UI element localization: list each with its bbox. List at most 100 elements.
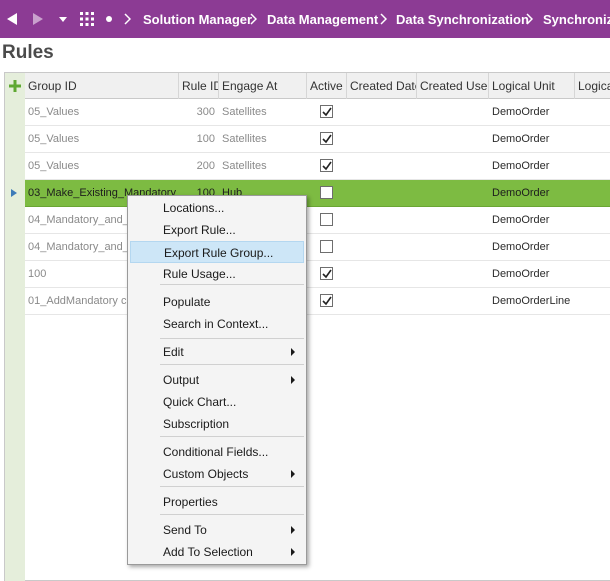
active-checkbox[interactable] bbox=[320, 105, 333, 118]
breadcrumb-solution-manager[interactable]: Solution Manager bbox=[143, 0, 252, 38]
menu-separator bbox=[160, 486, 304, 487]
table-row[interactable]: 04_Mandatory_and_ DemoOrder bbox=[25, 234, 610, 261]
table-row[interactable]: 100 DemoOrder bbox=[25, 261, 610, 288]
active-checkbox[interactable] bbox=[320, 132, 333, 145]
cell-engage-at: Satellites bbox=[222, 106, 267, 118]
checkmark-icon bbox=[322, 134, 332, 144]
menu-item-label: Export Rule... bbox=[163, 223, 236, 237]
add-plus-icon[interactable] bbox=[8, 79, 22, 93]
menu-item-label: Add To Selection bbox=[163, 545, 253, 559]
column-header-rule-id[interactable]: Rule ID bbox=[179, 73, 219, 99]
column-header-logical-unit[interactable]: Logical Unit bbox=[489, 73, 575, 99]
menu-item-custom-objects[interactable]: Custom Objects bbox=[130, 463, 304, 485]
back-arrow-icon[interactable] bbox=[2, 0, 22, 38]
menu-item-quick-chart[interactable]: Quick Chart... bbox=[130, 391, 304, 413]
menu-item-populate[interactable]: Populate bbox=[130, 291, 304, 313]
active-checkbox[interactable] bbox=[320, 294, 333, 307]
menu-item-edit[interactable]: Edit bbox=[130, 341, 304, 363]
cell-logical-unit: DemoOrder bbox=[492, 106, 550, 118]
cell-logical-unit: DemoOrder bbox=[492, 133, 550, 145]
menu-item-rule-usage[interactable]: Rule Usage... bbox=[130, 263, 304, 285]
column-header-group-id[interactable]: Group ID bbox=[25, 73, 179, 99]
active-checkbox[interactable] bbox=[320, 186, 333, 199]
checkmark-icon bbox=[322, 107, 332, 117]
menu-item-output[interactable]: Output bbox=[130, 369, 304, 391]
menu-item-label: Edit bbox=[163, 345, 184, 359]
menu-item-label: Locations... bbox=[163, 201, 225, 215]
active-checkbox[interactable] bbox=[320, 267, 333, 280]
chevron-right-icon bbox=[380, 0, 387, 38]
menu-item-label: Conditional Fields... bbox=[163, 445, 269, 459]
breadcrumb-data-management[interactable]: Data Management bbox=[267, 0, 378, 38]
menu-item-label: Properties bbox=[163, 495, 218, 509]
top-navigation-bar: Solution Manager Data Management Data Sy… bbox=[0, 0, 610, 38]
page-title: Rules bbox=[2, 42, 54, 63]
menu-separator bbox=[160, 284, 304, 285]
submenu-arrow-icon bbox=[291, 348, 295, 356]
row-marker-icon bbox=[11, 189, 17, 197]
cell-logical-unit: DemoOrder bbox=[492, 241, 550, 253]
cell-logical-unit: DemoOrder bbox=[492, 160, 550, 172]
menu-item-label: Rule Usage... bbox=[163, 267, 236, 281]
column-header-logical[interactable]: Logica bbox=[575, 73, 610, 99]
menu-item-send-to[interactable]: Send To bbox=[130, 519, 304, 541]
chevron-right-icon bbox=[250, 0, 257, 38]
checkmark-icon bbox=[322, 161, 332, 171]
table-row[interactable]: 01_AddMandatory co DemoOrderLine bbox=[25, 288, 610, 315]
active-checkbox[interactable] bbox=[320, 159, 333, 172]
dot-icon[interactable] bbox=[104, 0, 114, 38]
menu-item-label: Quick Chart... bbox=[163, 395, 237, 409]
dropdown-caret-icon[interactable] bbox=[56, 0, 70, 38]
menu-item-label: Populate bbox=[163, 295, 211, 309]
row-gutter bbox=[5, 73, 25, 581]
column-header-created-user[interactable]: Created User bbox=[417, 73, 489, 99]
menu-item-conditional-fields[interactable]: Conditional Fields... bbox=[130, 441, 304, 463]
column-header-active[interactable]: Active bbox=[307, 73, 347, 99]
table-row[interactable]: 04_Mandatory_and_ DemoOrder bbox=[25, 207, 610, 234]
cell-group-id: 05_Values bbox=[28, 133, 80, 145]
menu-separator bbox=[160, 514, 304, 515]
menu-separator bbox=[160, 436, 304, 437]
menu-item-label: Output bbox=[163, 373, 200, 387]
grid-header: Group ID Rule ID Engage At Active Create… bbox=[25, 73, 610, 99]
forward-arrow-icon[interactable] bbox=[28, 0, 48, 38]
context-menu: Locations... Export Rule... Export Rule Gr… bbox=[127, 195, 307, 565]
breadcrumb-synchronization[interactable]: Synchroniza bbox=[543, 0, 610, 38]
menu-item-add-to-selection[interactable]: Add To Selection bbox=[130, 541, 304, 563]
app-grid-icon[interactable] bbox=[78, 0, 96, 38]
table-row[interactable]: 03_Make_Existing_Mandatory 100 Hub DemoOrde… bbox=[25, 180, 610, 207]
menu-item-label: Custom Objects bbox=[163, 467, 249, 481]
menu-item-label: Search in Context... bbox=[163, 317, 269, 331]
cell-rule-id: 100 bbox=[196, 133, 215, 145]
column-header-created-date[interactable]: Created Date bbox=[347, 73, 417, 99]
menu-item-search-in-context[interactable]: Search in Context... bbox=[130, 313, 304, 335]
table-row[interactable]: 05_Values 300 Satellites DemoOrder bbox=[25, 99, 610, 126]
cell-logical-unit: DemoOrderLine bbox=[492, 295, 571, 307]
submenu-arrow-icon bbox=[291, 376, 295, 384]
menu-item-label: Send To bbox=[163, 523, 207, 537]
cell-logical-unit: DemoOrder bbox=[492, 214, 550, 226]
checkmark-icon bbox=[322, 296, 332, 306]
active-checkbox[interactable] bbox=[320, 213, 333, 226]
table-row[interactable]: 05_Values 200 Satellites DemoOrder bbox=[25, 153, 610, 180]
breadcrumb-data-synchronization[interactable]: Data Synchronization bbox=[396, 0, 529, 38]
cell-rule-id: 300 bbox=[196, 106, 215, 118]
chevron-right-icon bbox=[124, 0, 131, 38]
menu-item-label: Export Rule Group... bbox=[164, 246, 274, 260]
cell-engage-at: Satellites bbox=[222, 133, 267, 145]
cell-logical-unit: DemoOrder bbox=[492, 187, 550, 199]
cell-logical-unit: DemoOrder bbox=[492, 268, 550, 280]
column-header-engage-at[interactable]: Engage At bbox=[219, 73, 307, 99]
cell-group-id: 05_Values bbox=[28, 160, 80, 172]
menu-item-locations[interactable]: Locations... bbox=[130, 197, 304, 219]
cell-group-id: 05_Values bbox=[28, 106, 80, 118]
menu-item-subscription[interactable]: Subscription bbox=[130, 413, 304, 435]
menu-item-export-rule[interactable]: Export Rule... bbox=[130, 219, 304, 241]
menu-item-export-rule-group[interactable]: Export Rule Group... bbox=[130, 241, 304, 263]
table-row[interactable]: 05_Values 100 Satellites DemoOrder bbox=[25, 126, 610, 153]
submenu-arrow-icon bbox=[291, 470, 295, 478]
menu-item-properties[interactable]: Properties bbox=[130, 491, 304, 513]
cell-engage-at: Satellites bbox=[222, 160, 267, 172]
active-checkbox[interactable] bbox=[320, 240, 333, 253]
rules-grid: Group ID Rule ID Engage At Active Create… bbox=[4, 72, 610, 581]
